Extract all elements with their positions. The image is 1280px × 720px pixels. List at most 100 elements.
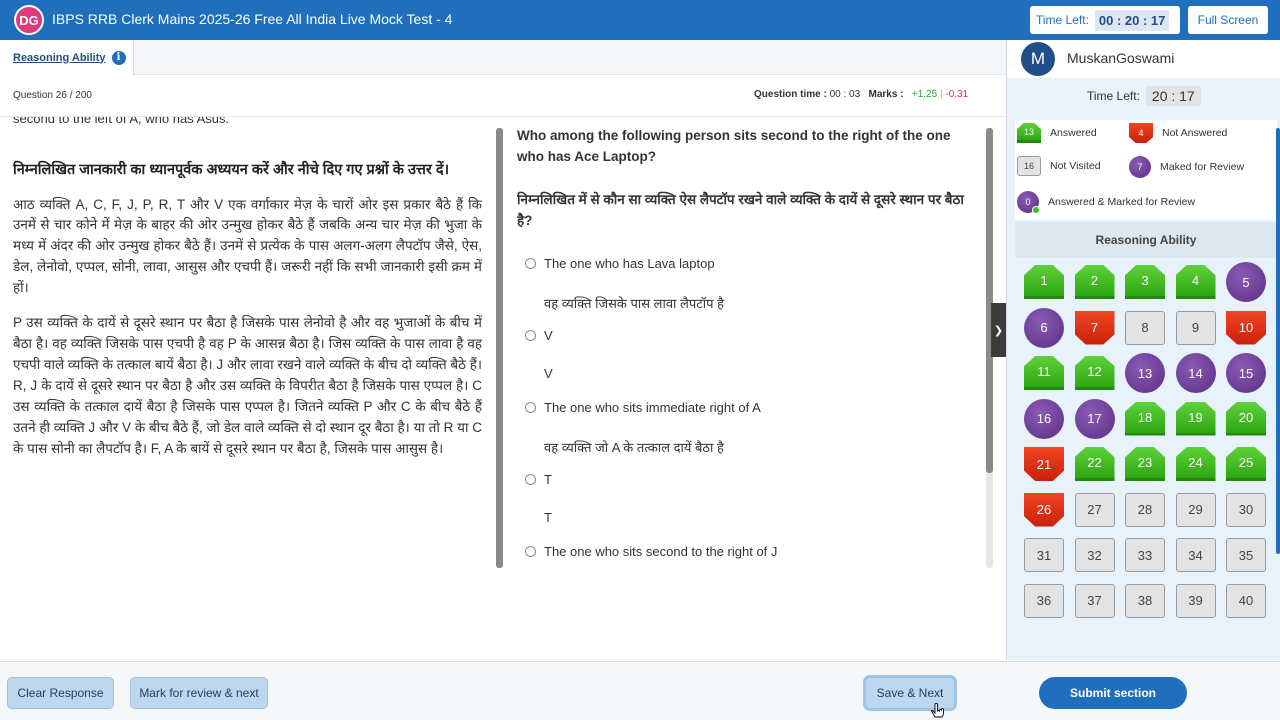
question-palette-item-2[interactable]: 2	[1074, 265, 1115, 299]
info-icon[interactable]: i	[111, 50, 126, 65]
sidebar-time-value: 20 : 17	[1145, 86, 1201, 106]
legend-not-answered-label: Not Answered	[1162, 127, 1228, 139]
question-palette-item-19[interactable]: 19	[1175, 401, 1216, 436]
hand-cursor-icon	[931, 703, 944, 718]
question-palette-item-32[interactable]: 32	[1074, 538, 1115, 572]
option-5-text-en[interactable]: The one who sits second to the right of …	[544, 544, 777, 559]
passage-scrollbar[interactable]	[496, 128, 503, 568]
passage-paragraph-1: आठ व्यक्ति A, C, F, J, P, R, T और V एक व…	[13, 196, 482, 296]
marks-negative: -0.31	[945, 89, 969, 100]
option-5-radio[interactable]	[525, 546, 536, 558]
section-strip	[134, 40, 1006, 75]
question-palette-item-6[interactable]: 6	[1024, 307, 1064, 348]
option-1-text-en[interactable]: The one who has Lava laptop	[544, 256, 715, 271]
submit-section-button[interactable]: Submit section	[1039, 677, 1187, 709]
question-pane: Who among the following person sits seco…	[517, 126, 975, 571]
question-palette-item-36[interactable]: 36	[1024, 583, 1064, 618]
question-palette-item-20[interactable]: 20	[1226, 401, 1266, 436]
legend-answered: 13 Answered	[1017, 123, 1097, 143]
not-answered-badge: 4	[1129, 123, 1153, 143]
question-palette-item-16[interactable]: 16	[1024, 398, 1064, 439]
collapse-sidebar-icon[interactable]: ❯	[991, 303, 1006, 357]
fullscreen-button[interactable]: Full Screen	[1188, 6, 1268, 34]
option-2-radio[interactable]	[525, 330, 536, 342]
marks-label: Marks :	[868, 89, 904, 100]
question-info-row: Question 26 / 200 Question time : 00 : 0…	[0, 75, 1006, 117]
legend-answered-marked: 0 Answered & Marked for Review	[1017, 191, 1196, 214]
question-palette-item-35[interactable]: 35	[1226, 538, 1266, 572]
question-palette-item-39[interactable]: 39	[1175, 583, 1216, 618]
option-4-radio[interactable]	[525, 474, 536, 486]
sidebar-timer: Time Left: 20 : 17	[1087, 86, 1201, 106]
option-2-text-en[interactable]: V	[544, 328, 553, 343]
question-palette-item-11[interactable]: 11	[1024, 356, 1064, 390]
question-palette-item-3[interactable]: 3	[1125, 265, 1165, 299]
option-2-text-hi: V	[544, 365, 553, 381]
question-palette-item-10[interactable]: 10	[1226, 310, 1266, 345]
question-palette-item-40[interactable]: 40	[1226, 583, 1266, 618]
clear-response-button[interactable]: Clear Response	[7, 677, 114, 709]
legend-not-visited-label: Not Visited	[1050, 160, 1101, 172]
time-left-label: Time Left:	[1036, 13, 1089, 27]
question-palette-item-15[interactable]: 15	[1226, 353, 1266, 393]
question-palette-item-37[interactable]: 37	[1074, 583, 1115, 618]
option-1-radio[interactable]	[525, 258, 536, 270]
option-4[interactable]: T T	[517, 470, 975, 528]
question-text-hi: निम्नलिखित में से कौन सा व्यक्ति ऐस लैपट…	[517, 191, 964, 228]
question-palette-item-25[interactable]: 25	[1226, 447, 1266, 481]
question-palette-item-1[interactable]: 1	[1024, 265, 1064, 299]
option-3-text-hi: वह व्यक्ति जो A के तत्काल दायें बैठा है	[544, 439, 724, 455]
option-5[interactable]: The one who sits second to the right of …	[517, 542, 975, 562]
question-time-label: Question time :	[754, 89, 827, 100]
legend-marked-review-label: Maked for Review	[1160, 161, 1245, 173]
question-palette-item-26[interactable]: 26	[1024, 492, 1064, 527]
question-palette-item-29[interactable]: 29	[1175, 492, 1216, 527]
question-time-marks: Question time : 00 : 03 Marks : +1.25 | …	[754, 89, 968, 100]
question-palette-item-17[interactable]: 17	[1074, 398, 1115, 439]
mark-review-next-button[interactable]: Mark for review & next	[130, 677, 268, 709]
question-palette-item-30[interactable]: 30	[1226, 492, 1266, 527]
passage-pane[interactable]: second to the left of A, who has Asus. न…	[0, 117, 496, 567]
avatar: M	[1021, 42, 1055, 76]
question-palette-item-4[interactable]: 4	[1175, 265, 1216, 299]
user-row: M MuskanGoswami	[1007, 40, 1280, 78]
question-palette-item-22[interactable]: 22	[1074, 447, 1115, 481]
question-palette-item-14[interactable]: 14	[1175, 353, 1216, 393]
brand-logo: DG	[14, 5, 44, 35]
question-scroll-thumb[interactable]	[986, 128, 993, 473]
user-name: MuskanGoswami	[1067, 50, 1175, 66]
question-palette-item-18[interactable]: 18	[1125, 401, 1165, 436]
section-tab-reasoning[interactable]: Reasoning Ability i	[0, 40, 134, 75]
question-palette-item-12[interactable]: 12	[1074, 356, 1115, 390]
option-2[interactable]: V V	[517, 326, 975, 384]
legend-answered-label: Answered	[1050, 127, 1097, 139]
question-palette-item-8[interactable]: 8	[1125, 310, 1165, 345]
question-palette-item-7[interactable]: 7	[1074, 310, 1115, 345]
options-list: The one who has Lava laptop वह व्यक्ति ज…	[517, 254, 975, 562]
question-palette-item-21[interactable]: 21	[1024, 447, 1064, 481]
section-tab-label[interactable]: Reasoning Ability	[13, 52, 106, 64]
question-palette-item-28[interactable]: 28	[1125, 492, 1165, 527]
passage-heading: निम्नलिखित जानकारी का ध्यानपूर्वक अध्ययन…	[13, 162, 450, 178]
test-title: IBPS RRB Clerk Mains 2025-26 Free All In…	[52, 11, 453, 27]
legend-answered-marked-label: Answered & Marked for Review	[1048, 196, 1196, 208]
question-time-value: 00 : 03	[829, 89, 861, 100]
question-palette-item-23[interactable]: 23	[1125, 447, 1165, 481]
passage-scroll-thumb[interactable]	[496, 128, 503, 568]
question-palette-item-9[interactable]: 9	[1175, 310, 1216, 345]
option-3-radio[interactable]	[525, 402, 536, 414]
sidebar-section-title: Reasoning Ability	[1015, 222, 1277, 258]
option-4-text-en[interactable]: T	[544, 472, 552, 487]
option-3-text-en[interactable]: The one who sits immediate right of A	[544, 400, 761, 415]
question-palette-item-13[interactable]: 13	[1125, 353, 1165, 393]
question-palette-item-27[interactable]: 27	[1074, 492, 1115, 527]
sidebar-scrollbar[interactable]	[1276, 128, 1280, 554]
question-palette-item-24[interactable]: 24	[1175, 447, 1216, 481]
question-palette-item-38[interactable]: 38	[1125, 583, 1165, 618]
option-3[interactable]: The one who sits immediate right of A वह…	[517, 398, 975, 456]
question-palette-item-33[interactable]: 33	[1125, 538, 1165, 572]
option-1[interactable]: The one who has Lava laptop वह व्यक्ति ज…	[517, 254, 975, 312]
question-palette-item-5[interactable]: 5	[1226, 262, 1266, 302]
question-palette-item-31[interactable]: 31	[1024, 538, 1064, 572]
question-palette-item-34[interactable]: 34	[1175, 538, 1216, 572]
